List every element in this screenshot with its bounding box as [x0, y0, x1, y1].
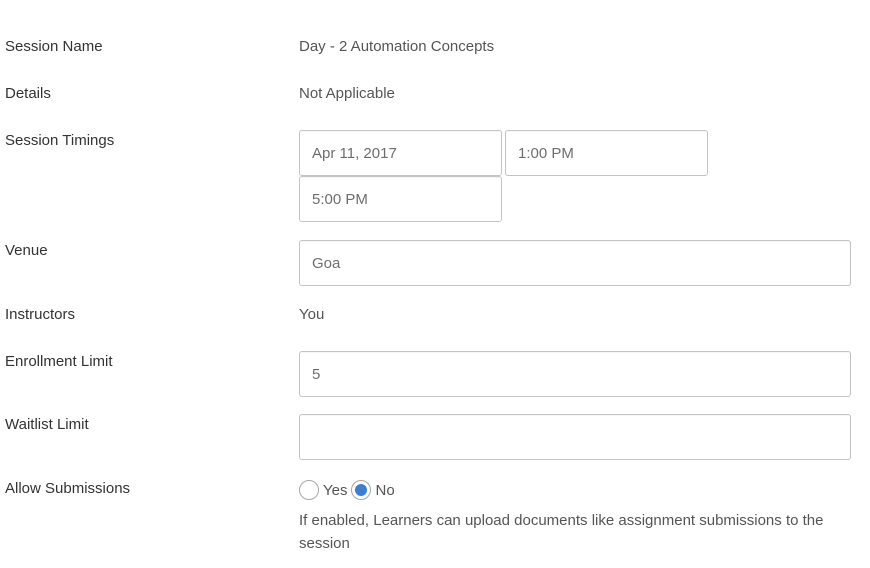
session-end-time-input[interactable] [299, 176, 502, 222]
allow-submissions-no-label[interactable]: No [375, 482, 394, 499]
allow-submissions-yes-radio[interactable] [299, 480, 319, 500]
session-date-input[interactable] [299, 130, 502, 176]
waitlist-limit-input[interactable] [299, 414, 851, 460]
details-value: Not Applicable [299, 85, 395, 102]
enrollment-limit-input[interactable] [299, 351, 851, 397]
details-label: Details [5, 85, 51, 102]
venue-label: Venue [5, 242, 48, 259]
allow-submissions-radio-group: Yes No [299, 478, 399, 502]
instructors-label: Instructors [5, 306, 76, 323]
session-start-time-input[interactable] [505, 130, 708, 176]
allow-submissions-yes-label[interactable]: Yes [323, 482, 347, 499]
radio-dot [355, 484, 368, 496]
session-timings-label: Session Timings [5, 132, 115, 149]
instructors-value: You [299, 306, 325, 323]
allow-submissions-no-radio[interactable] [351, 480, 372, 500]
venue-input[interactable] [299, 240, 851, 286]
enrollment-limit-label: Enrollment Limit [5, 353, 113, 370]
session-name-label: Session Name [5, 38, 103, 55]
allow-submissions-label: Allow Submissions [5, 480, 131, 497]
allow-submissions-help-text: If enabled, Learners can upload document… [299, 512, 824, 552]
waitlist-limit-label: Waitlist Limit [5, 416, 89, 433]
session-name-value: Day - 2 Automation Concepts [299, 38, 495, 55]
radio-dot [303, 484, 315, 496]
